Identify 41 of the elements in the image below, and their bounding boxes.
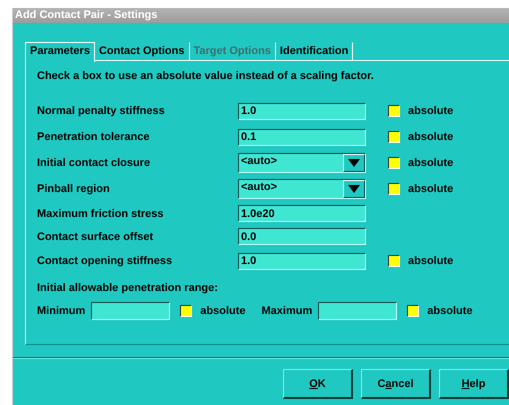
checkbox-label: absolute: [427, 305, 472, 317]
field-label: Normal penalty stiffness: [37, 105, 166, 117]
dialog-button[interactable]: OK: [283, 369, 353, 399]
field-label: Minimum: [37, 305, 86, 317]
field-label: Maximum: [262, 305, 312, 317]
dialog-button[interactable]: Help: [439, 369, 509, 399]
input-field[interactable]: 0.1: [238, 128, 366, 146]
checkbox[interactable]: [180, 305, 192, 317]
field-label: Pinball region: [37, 183, 111, 195]
checkbox[interactable]: [388, 183, 400, 195]
checkbox-label: absolute: [408, 255, 454, 267]
field-label: Initial contact closure: [37, 157, 152, 169]
input-field[interactable]: [91, 302, 170, 320]
instruction-text: Check a box to use an absolute value instead of a scaling factor.: [37, 70, 375, 82]
dropdown[interactable]: <auto>: [238, 153, 366, 173]
field-label: Penetration tolerance: [37, 131, 150, 143]
field-label: Contact opening stiffness: [37, 255, 174, 267]
tab[interactable]: Contact Options: [94, 42, 190, 60]
input-field[interactable]: 1.0e20: [238, 205, 366, 222]
dialog-button[interactable]: Cancel: [361, 369, 431, 399]
tab[interactable]: Parameters: [25, 42, 95, 62]
dropdown[interactable]: <auto>: [238, 179, 366, 199]
checkbox[interactable]: [388, 131, 400, 143]
checkbox[interactable]: [388, 255, 400, 267]
field-label: Maximum friction stress: [37, 208, 165, 220]
checkbox-label: absolute: [408, 183, 454, 195]
input-field[interactable]: 0.0: [238, 228, 366, 245]
checkbox[interactable]: [388, 105, 400, 117]
input-field[interactable]: 1.0: [238, 102, 366, 120]
checkbox[interactable]: [388, 157, 400, 169]
checkbox-label: absolute: [408, 105, 454, 117]
tab[interactable]: Identification: [276, 42, 354, 60]
input-field[interactable]: 1.0: [238, 252, 366, 270]
window-title: Add Contact Pair - Settings: [13, 8, 509, 23]
section-heading: Initial allowable penetration range:: [37, 282, 219, 294]
checkbox[interactable]: [407, 305, 420, 317]
input-field[interactable]: [318, 302, 398, 320]
checkbox-label: absolute: [408, 131, 454, 143]
checkbox-label: absolute: [200, 305, 246, 317]
checkbox-label: absolute: [408, 157, 454, 169]
field-label: Contact surface offset: [37, 230, 154, 242]
